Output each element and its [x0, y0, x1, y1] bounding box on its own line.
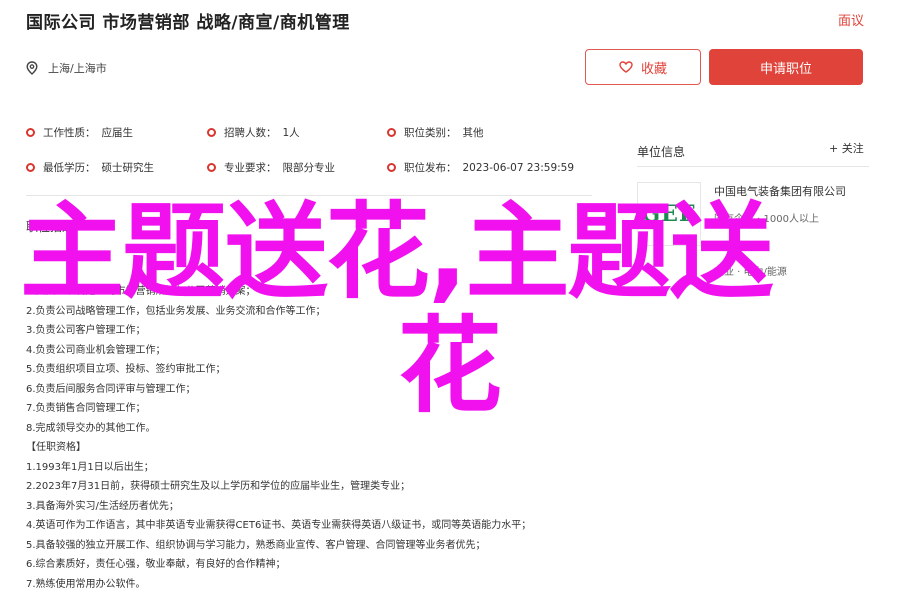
description-line: 7.负责销售合同管理工作； [26, 403, 146, 414]
description-line: 6.负责后间服务合同评审与管理工作； [26, 383, 196, 395]
attribute-education: 最低学历： 硕士研究生 [26, 160, 154, 175]
bullet-icon [207, 128, 216, 137]
attribute-value: 硕士研究生 [101, 162, 155, 174]
description-line: 6.综合素质好，责任心强，敬业奉献，有良好的合作精神； [26, 559, 286, 570]
attribute-value: 应届生 [101, 127, 134, 139]
attribute-label: 最低学历： [43, 162, 96, 174]
description-title: 职位描述 [26, 220, 75, 234]
description-line: 7.熟练使用常用办公软件。 [26, 578, 146, 590]
attribute-posted: 职位发布： 2023-06-07 23:59:59 [387, 160, 574, 175]
bullet-icon [207, 163, 216, 172]
watermark-line-2: 花 [398, 305, 503, 427]
job-title: 国际公司 市场营销部 战略/商宣/商机管理 [26, 13, 350, 33]
sidebar-divider [637, 166, 869, 167]
description-line: 2.负责公司战略管理工作，包括业务发展、业务交流和合作等工作； [26, 305, 326, 317]
attribute-label: 专业要求： [224, 162, 277, 174]
company-logo[interactable]: GEE [637, 182, 701, 246]
company-name[interactable]: 中国电气装备集团有限公司 [714, 183, 846, 199]
follow-button[interactable]: + 关注 [829, 140, 864, 156]
apply-button[interactable]: 申请职位 [709, 49, 863, 85]
section-divider [26, 195, 592, 196]
attribute-major: 专业要求： 限部分专业 [207, 160, 335, 175]
attribute-label: 职位发布： [404, 162, 457, 174]
bullet-icon [387, 128, 396, 137]
bullet-icon [26, 163, 35, 172]
attribute-label: 招聘人数： [224, 127, 277, 139]
qualifications-heading: 【任职资格】 [26, 442, 86, 453]
favorite-label: 收藏 [640, 61, 667, 77]
location-text: 上海/上海市 [48, 62, 107, 75]
description-line: 1.负责组织制定公司市场营销规划与公司营销方案； [26, 286, 256, 297]
attribute-label: 职位类别： [404, 127, 457, 139]
salary-label: 面议 [837, 14, 864, 29]
description-line: 8.完成领导交办的其他工作。 [26, 422, 156, 434]
description-line: 5.具备较强的独立开展工作、组织协调与学习能力，熟悉商业宣传、客户管理、合同管理… [26, 539, 486, 551]
attribute-category: 职位类别： 其他 [387, 125, 484, 140]
attribute-value: 其他 [462, 127, 484, 139]
description-line: 5.负责组织项目立项、投标、签约审批工作； [26, 364, 226, 375]
location: 上海/上海市 [26, 60, 107, 76]
attribute-label: 工作性质： [43, 127, 96, 139]
description-line: 3.负责公司客户管理工作； [26, 325, 146, 336]
favorite-button[interactable]: 收藏 [585, 49, 701, 85]
company-logo-text: GEE [641, 201, 697, 227]
heart-icon [619, 61, 633, 73]
bullet-icon [26, 128, 35, 137]
location-pin-icon [26, 61, 38, 75]
description-line: 2.2023年7月31日前，获得硕士研究生及以上学历和学位的应届毕业生，管理类专… [26, 481, 411, 492]
attribute-value: 1人 [282, 127, 300, 139]
description-line: 4.英语可作为工作语言，其中非英语专业需获得CET6证书、英语专业需获得英语八级… [26, 520, 532, 531]
job-header: 国际公司 市场营销部 战略/商宣/商机管理 面议 上海/上海市 收藏 申请职位 [0, 0, 900, 124]
attribute-value: 限部分专业 [282, 162, 336, 174]
attribute-headcount: 招聘人数： 1人 [207, 125, 300, 140]
company-industry: 企业 · 电力/能源 [714, 267, 787, 278]
description-line: 4.负责公司商业机会管理工作； [26, 344, 166, 356]
company-type: 国有企业 · 1000人以上 [714, 214, 819, 225]
company-info-title: 单位信息 [637, 145, 686, 159]
bullet-icon [387, 163, 396, 172]
attribute-work-type: 工作性质： 应届生 [26, 125, 133, 140]
description-line: 3.具备海外实习/生活经历者优先； [26, 500, 179, 512]
attribute-value: 2023-06-07 23:59:59 [462, 161, 575, 174]
description-line: 1.1993年1月1日以后出生； [26, 461, 154, 473]
